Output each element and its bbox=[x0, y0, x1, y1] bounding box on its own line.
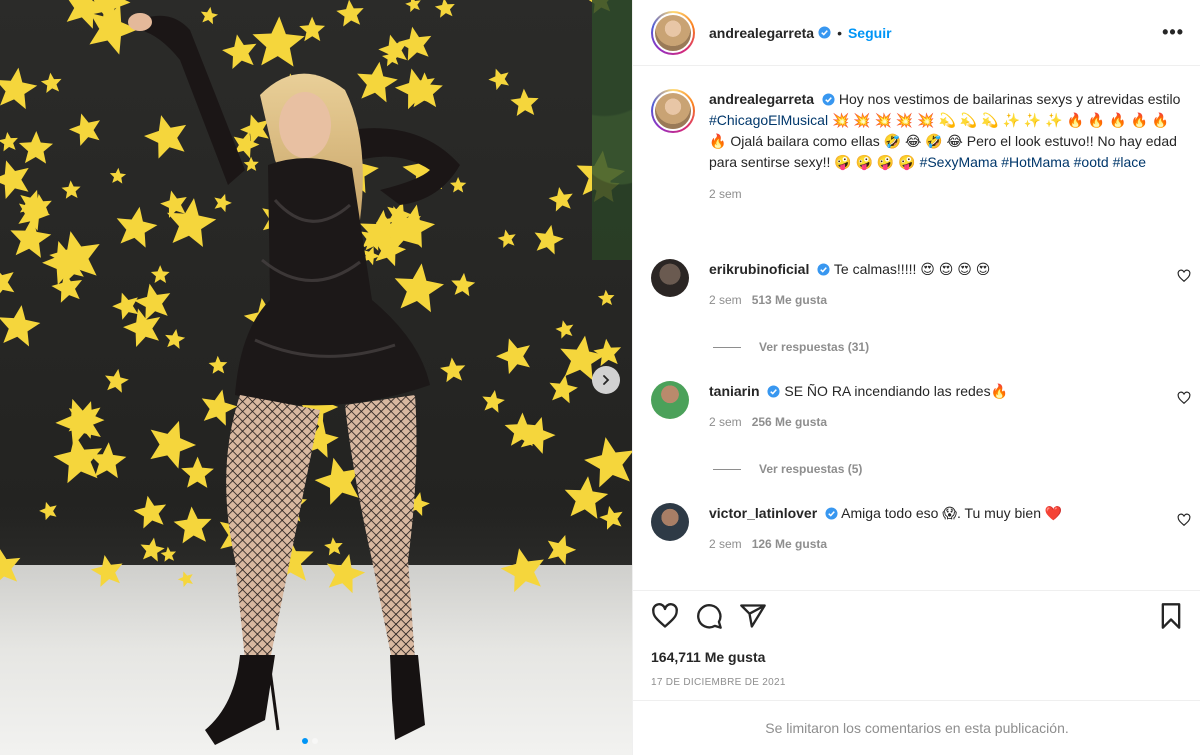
caption-time: 2 sem bbox=[709, 187, 742, 201]
post-photo[interactable] bbox=[0, 0, 632, 755]
comment-time: 2 sem bbox=[709, 293, 742, 307]
comment-username[interactable]: erikrubinoficial bbox=[709, 261, 809, 277]
verified-icon bbox=[818, 26, 831, 39]
instagram-post: andrealegarreta • Seguir ••• andrealegar… bbox=[0, 0, 1200, 755]
hashtag-link[interactable]: #ootd bbox=[1074, 154, 1109, 170]
heart-icon[interactable] bbox=[1177, 269, 1191, 283]
comment: taniarin SE ÑO RA incendiando las redes🔥… bbox=[651, 381, 1191, 429]
post-header: andrealegarreta • Seguir ••• bbox=[633, 0, 1200, 66]
caption-text: andrealegarreta Hoy nos vestimos de bail… bbox=[709, 89, 1189, 173]
separator: • bbox=[837, 24, 842, 41]
caption-username[interactable]: andrealegarreta bbox=[709, 91, 814, 107]
share-icon[interactable] bbox=[739, 602, 767, 630]
comments-limited-notice: Se limitaron los comentarios en esta pub… bbox=[633, 700, 1200, 755]
caption: andrealegarreta Hoy nos vestimos de bail… bbox=[651, 67, 1185, 201]
comment-text: SE ÑO RA incendiando las redes🔥 bbox=[784, 383, 1009, 399]
replies-label: Ver respuestas (31) bbox=[759, 340, 870, 354]
comment-time: 2 sem bbox=[709, 415, 742, 429]
comment-text: Amiga todo eso 😱. Tu muy bien ❤️ bbox=[841, 505, 1063, 521]
replies-label: Ver respuestas (5) bbox=[759, 462, 863, 476]
next-photo-button[interactable] bbox=[592, 366, 620, 394]
view-replies-button[interactable]: Ver respuestas (5) bbox=[713, 462, 862, 476]
heart-icon[interactable] bbox=[651, 602, 679, 630]
carousel-dots bbox=[302, 738, 318, 744]
commenter-avatar[interactable] bbox=[651, 381, 689, 419]
caption-body-1: Hoy nos vestimos de bailarinas sexys y a… bbox=[838, 91, 1181, 107]
post-date: 17 DE DICIEMBRE DE 2021 bbox=[651, 677, 786, 688]
verified-icon bbox=[825, 507, 838, 520]
heart-icon[interactable] bbox=[1177, 391, 1191, 405]
verified-icon bbox=[767, 385, 781, 398]
hashtag-link[interactable]: #lace bbox=[1113, 154, 1146, 170]
carousel-dot bbox=[312, 738, 318, 744]
chevron-right-icon bbox=[603, 375, 610, 385]
post-panel: andrealegarreta • Seguir ••• andrealegar… bbox=[632, 0, 1200, 755]
comment-time: 2 sem bbox=[709, 537, 742, 551]
commenter-avatar[interactable] bbox=[651, 503, 689, 541]
action-bar: 164,711 Me gusta 17 DE DICIEMBRE DE 2021 bbox=[633, 590, 1200, 688]
comment-likes[interactable]: 126 Me gusta bbox=[752, 537, 827, 551]
dancer-figure bbox=[128, 13, 460, 745]
comments-area[interactable]: andrealegarreta Hoy nos vestimos de bail… bbox=[633, 67, 1200, 587]
comment-username[interactable]: victor_latinlover bbox=[709, 505, 817, 521]
commenter-avatar[interactable] bbox=[651, 259, 689, 297]
heart-icon[interactable] bbox=[1177, 513, 1191, 527]
hashtag-link[interactable]: #ChicagoElMusical bbox=[709, 112, 828, 128]
comment-icon[interactable] bbox=[695, 602, 723, 630]
hashtag-link[interactable]: #SexyMama bbox=[920, 154, 998, 170]
follow-button[interactable]: Seguir bbox=[848, 25, 892, 41]
view-replies-button[interactable]: Ver respuestas (31) bbox=[713, 340, 869, 354]
author-avatar[interactable] bbox=[651, 10, 695, 55]
comment: erikrubinoficial Te calmas!!!!! 😍 😍 😍 😍 … bbox=[651, 259, 1191, 307]
carousel-dot-active bbox=[302, 738, 308, 744]
comment: victor_latinlover Amiga todo eso 😱. Tu m… bbox=[651, 503, 1191, 551]
save-icon[interactable] bbox=[1157, 602, 1185, 630]
likes-count[interactable]: 164,711 Me gusta bbox=[651, 649, 1185, 665]
hashtag-link[interactable]: #HotMama bbox=[1001, 154, 1069, 170]
comment-likes[interactable]: 256 Me gusta bbox=[752, 415, 827, 429]
comment-text: Te calmas!!!!! 😍 😍 😍 😍 bbox=[833, 261, 991, 277]
verified-icon bbox=[822, 93, 835, 106]
author-username[interactable]: andrealegarreta bbox=[709, 25, 814, 41]
comment-likes[interactable]: 513 Me gusta bbox=[752, 293, 827, 307]
comment-username[interactable]: taniarin bbox=[709, 383, 760, 399]
verified-icon bbox=[817, 263, 830, 276]
caption-avatar[interactable] bbox=[651, 89, 695, 133]
more-icon[interactable]: ••• bbox=[1162, 22, 1184, 43]
